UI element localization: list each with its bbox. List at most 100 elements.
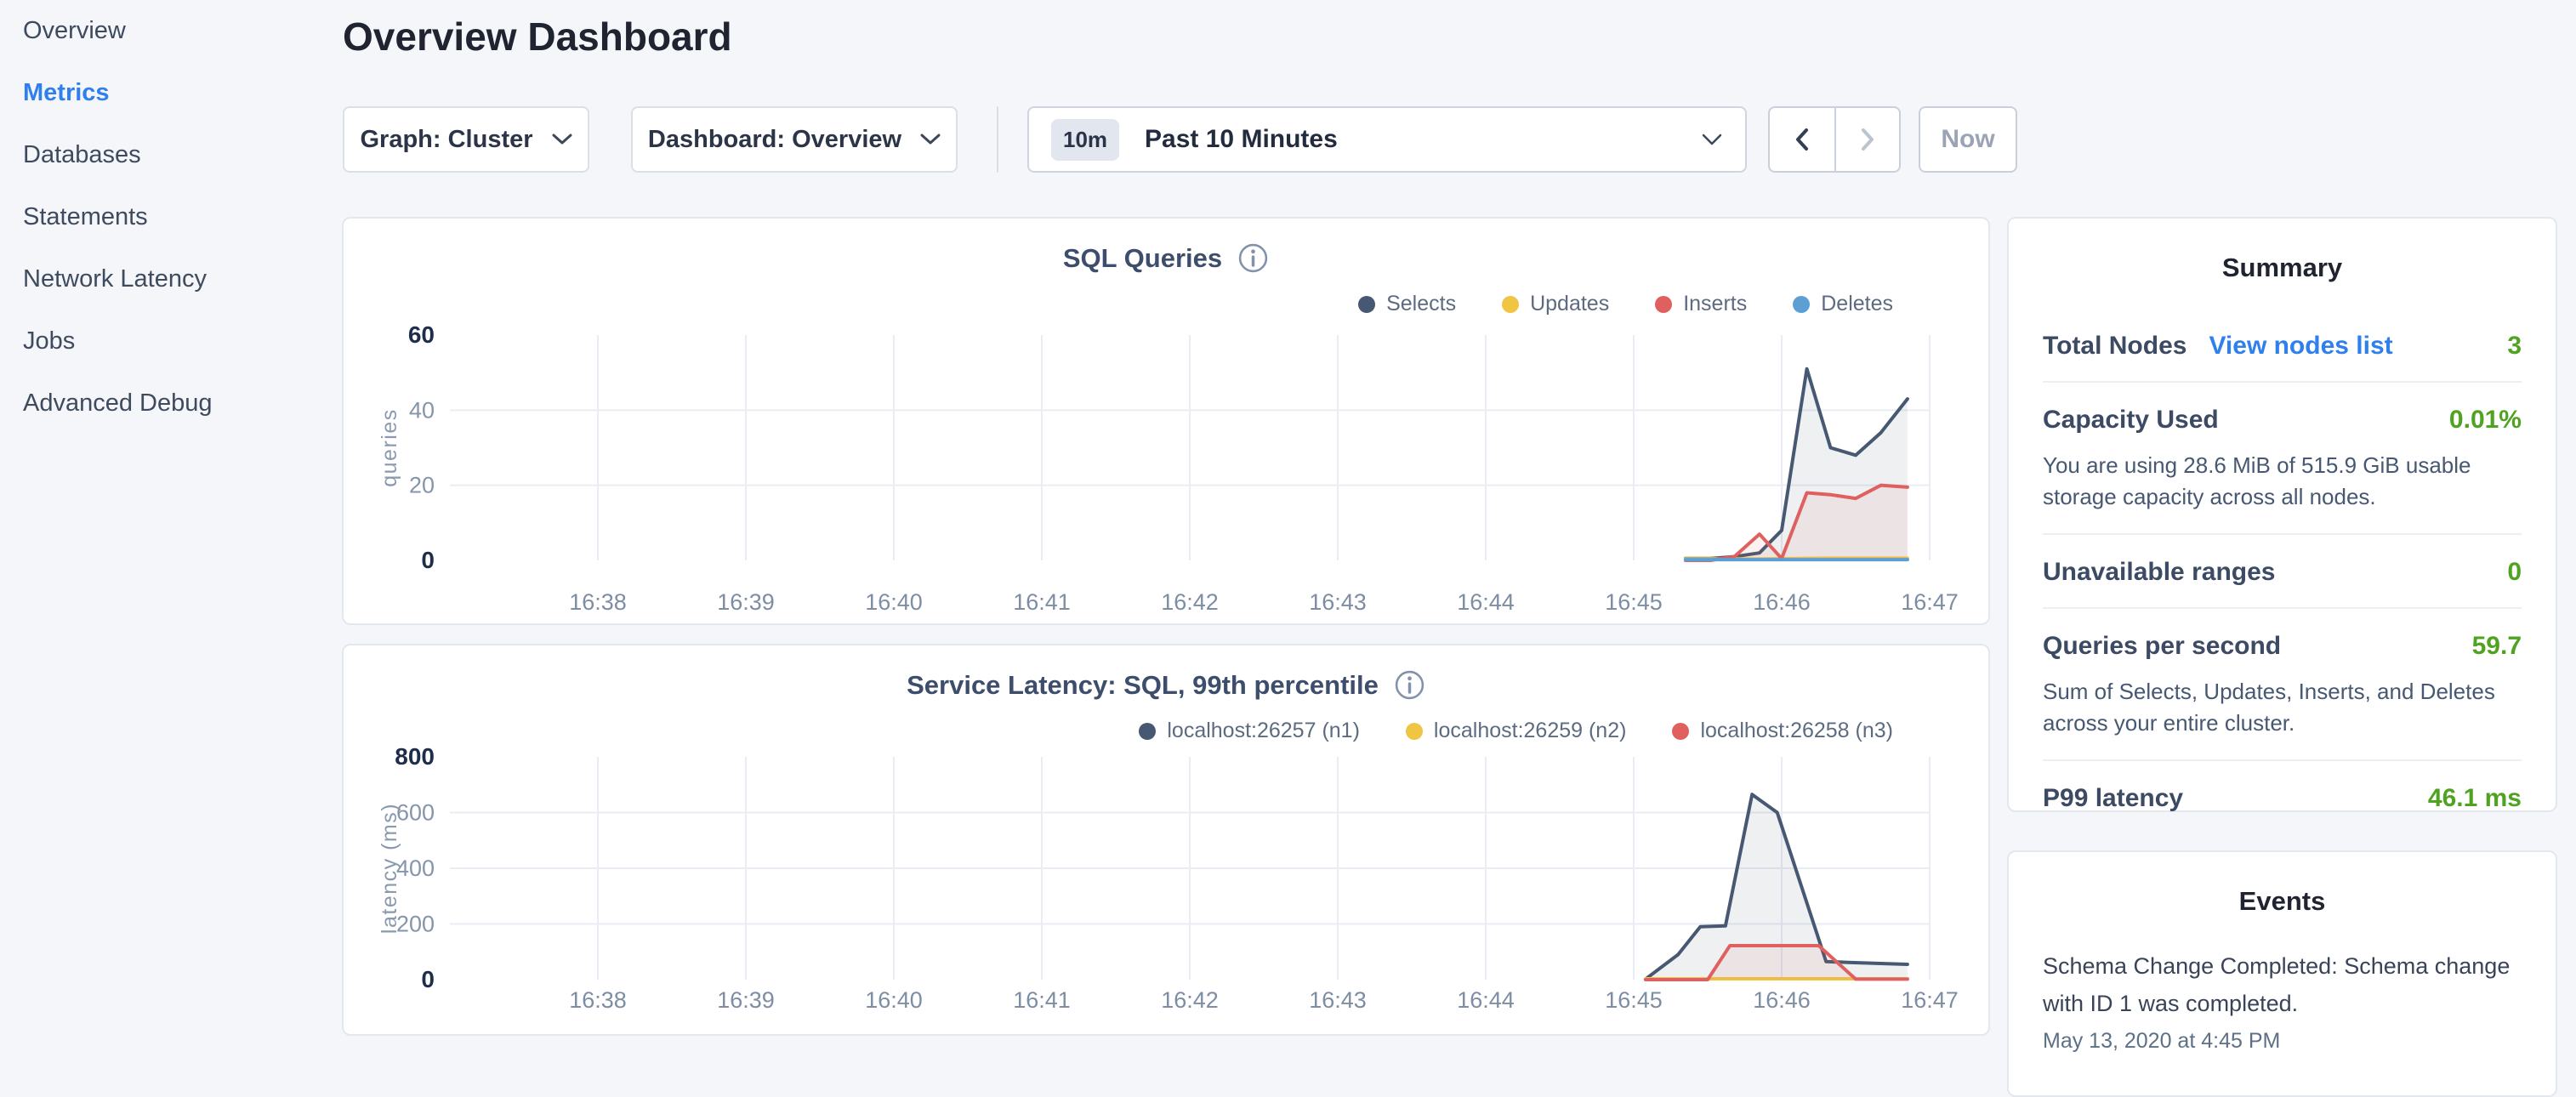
chevron-left-icon	[1793, 128, 1811, 151]
legend-label: localhost:26259 (n2)	[1434, 719, 1627, 743]
summary-value: 46.1 ms	[2428, 784, 2522, 813]
legend-item: Inserts	[1655, 292, 1747, 316]
svg-text:16:39: 16:39	[717, 987, 775, 1013]
chevron-down-icon	[1701, 133, 1723, 146]
svg-text:16:38: 16:38	[569, 589, 627, 615]
summary-label: Queries per second	[2043, 632, 2281, 661]
summary-title: Summary	[2043, 219, 2522, 283]
svg-text:60: 60	[408, 321, 435, 348]
sidebar: OverviewMetricsDatabasesStatementsNetwor…	[0, 0, 340, 435]
legend-dot-icon	[1502, 296, 1519, 313]
svg-text:0: 0	[421, 547, 435, 573]
now-button: Now	[1919, 106, 2017, 173]
svg-text:20: 20	[409, 473, 435, 498]
legend-item: localhost:26259 (n2)	[1406, 719, 1627, 743]
svg-text:16:47: 16:47	[1901, 987, 1959, 1013]
sidebar-item-overview[interactable]: Overview	[0, 0, 340, 62]
legend-label: Selects	[1386, 292, 1456, 316]
svg-text:latency (ms): latency (ms)	[378, 803, 401, 934]
chart-legend: localhost:26257 (n1) localhost:26259 (n2)…	[1139, 719, 1893, 743]
page-title: Overview Dashboard	[343, 14, 732, 60]
summary-row-queries-per-second: Queries per second 59.7	[2043, 609, 2522, 681]
legend-item: Deletes	[1793, 292, 1893, 316]
svg-text:16:45: 16:45	[1605, 987, 1663, 1013]
time-pager	[1768, 106, 1901, 173]
legend-label: localhost:26258 (n3)	[1700, 719, 1893, 743]
dashboard-dropdown[interactable]: Dashboard: Overview	[631, 106, 958, 173]
svg-text:400: 400	[396, 855, 435, 881]
chevron-down-icon	[552, 134, 572, 145]
svg-text:16:38: 16:38	[569, 987, 627, 1013]
time-range-badge: 10m	[1051, 119, 1119, 161]
summary-value: 59.7	[2472, 632, 2522, 661]
toolbar: Graph: Cluster Dashboard: Overview 10m P…	[343, 106, 2017, 173]
chart-title: SQL Queries	[1063, 243, 1222, 274]
sidebar-item-metrics[interactable]: Metrics	[0, 62, 340, 124]
sidebar-item-databases[interactable]: Databases	[0, 124, 340, 186]
summary-panel: Summary Total Nodes View nodes list 3 Ca…	[2007, 217, 2557, 812]
summary-subtext: Sum of Selects, Updates, Inserts, and De…	[2043, 676, 2522, 739]
time-range-dropdown[interactable]: 10m Past 10 Minutes	[1027, 106, 1747, 173]
summary-row-p99-latency: P99 latency 46.1 ms	[2043, 761, 2522, 833]
svg-text:16:42: 16:42	[1161, 589, 1219, 615]
view-nodes-list-link[interactable]: View nodes list	[2209, 332, 2392, 361]
sidebar-item-statements[interactable]: Statements	[0, 186, 340, 248]
summary-label: Capacity Used	[2043, 406, 2219, 435]
svg-text:16:46: 16:46	[1753, 987, 1811, 1013]
summary-row-unavailable-ranges: Unavailable ranges 0	[2043, 535, 2522, 607]
legend-dot-icon	[1793, 296, 1810, 313]
legend-item: Selects	[1358, 292, 1456, 316]
event-message: Schema Change Completed: Schema change w…	[2043, 947, 2522, 1022]
svg-text:600: 600	[396, 800, 435, 826]
svg-text:40: 40	[409, 397, 435, 423]
info-icon[interactable]	[1394, 669, 1425, 701]
svg-text:16:39: 16:39	[717, 589, 775, 615]
svg-text:16:40: 16:40	[865, 987, 923, 1013]
svg-text:16:46: 16:46	[1753, 589, 1811, 615]
events-panel: Events Schema Change Completed: Schema c…	[2007, 850, 2557, 1097]
summary-row-total-nodes: Total Nodes View nodes list 3	[2043, 309, 2522, 381]
sql-queries-card: SQL Queries Selects Updates Inserts Deletes…	[342, 217, 1990, 625]
svg-text:16:47: 16:47	[1901, 589, 1959, 615]
svg-text:16:43: 16:43	[1309, 987, 1367, 1013]
legend-item: localhost:26257 (n1)	[1139, 719, 1360, 743]
svg-text:16:43: 16:43	[1309, 589, 1367, 615]
time-next-button	[1834, 108, 1899, 171]
dashboard-dropdown-label: Dashboard: Overview	[648, 126, 901, 154]
chevron-down-icon	[920, 134, 941, 145]
svg-text:queries: queries	[378, 408, 401, 487]
svg-text:200: 200	[396, 912, 435, 937]
sidebar-item-network-latency[interactable]: Network Latency	[0, 248, 340, 310]
summary-subtext: You are using 28.6 MiB of 515.9 GiB usab…	[2043, 450, 2522, 513]
summary-value: 3	[2507, 332, 2522, 361]
legend-dot-icon	[1139, 723, 1156, 740]
legend-item: localhost:26258 (n3)	[1672, 719, 1893, 743]
svg-text:16:42: 16:42	[1161, 987, 1219, 1013]
summary-value: 0.01%	[2449, 406, 2522, 435]
legend-label: Updates	[1530, 292, 1609, 316]
info-icon[interactable]	[1237, 242, 1269, 274]
svg-text:16:41: 16:41	[1013, 589, 1071, 615]
time-prev-button[interactable]	[1770, 108, 1834, 171]
legend-label: localhost:26257 (n1)	[1167, 719, 1360, 743]
sidebar-item-jobs[interactable]: Jobs	[0, 310, 340, 372]
summary-row-capacity-used: Capacity Used 0.01%	[2043, 383, 2522, 455]
legend-dot-icon	[1672, 723, 1689, 740]
summary-label: Unavailable ranges	[2043, 558, 2275, 587]
chevron-right-icon	[1858, 128, 1877, 151]
legend-dot-icon	[1406, 723, 1423, 740]
chart-legend: Selects Updates Inserts Deletes	[1358, 292, 1893, 316]
toolbar-divider	[997, 106, 998, 173]
svg-text:16:44: 16:44	[1457, 589, 1515, 615]
summary-value: 0	[2507, 558, 2522, 587]
chart-title: Service Latency: SQL, 99th percentile	[907, 670, 1379, 701]
svg-text:0: 0	[421, 966, 435, 992]
svg-text:16:45: 16:45	[1605, 589, 1663, 615]
sidebar-item-advanced-debug[interactable]: Advanced Debug	[0, 372, 340, 435]
svg-text:800: 800	[395, 743, 435, 770]
svg-text:16:41: 16:41	[1013, 987, 1071, 1013]
legend-label: Deletes	[1821, 292, 1893, 316]
svg-text:16:40: 16:40	[865, 589, 923, 615]
graph-dropdown[interactable]: Graph: Cluster	[343, 106, 589, 173]
summary-label: Total Nodes	[2043, 332, 2186, 361]
